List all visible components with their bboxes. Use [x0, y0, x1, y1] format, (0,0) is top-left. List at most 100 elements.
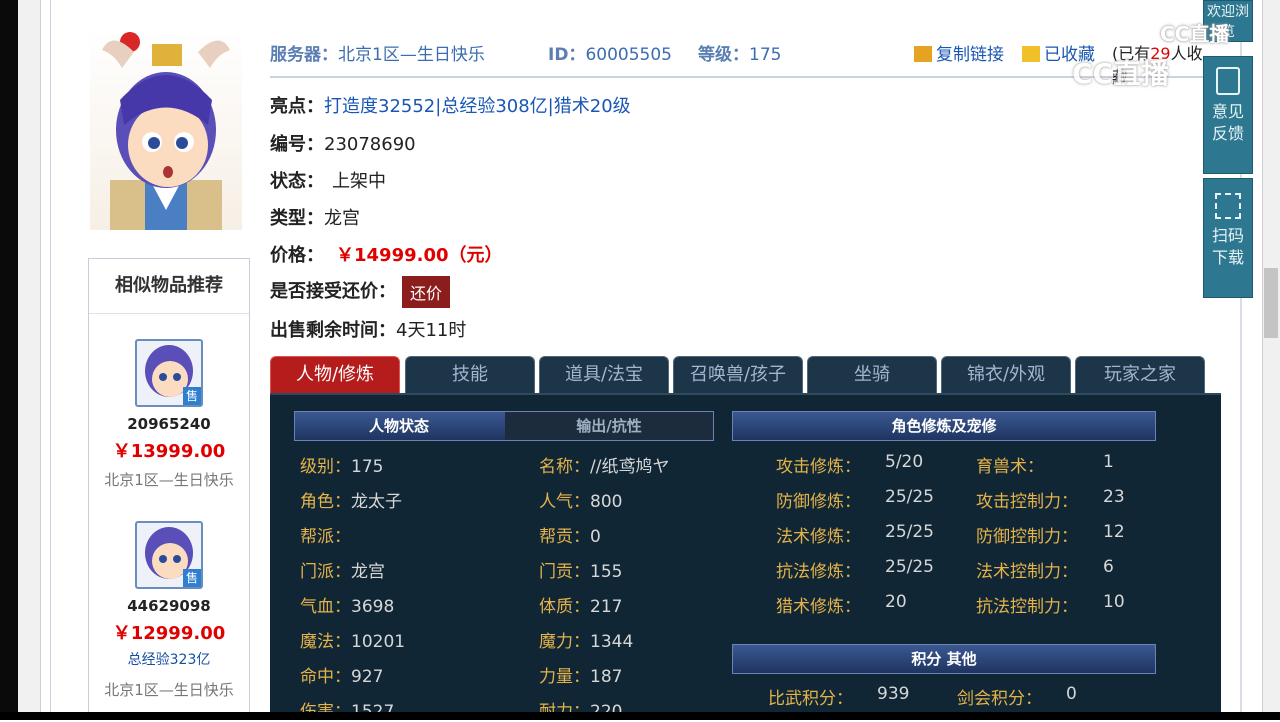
stat-row: 育兽术： 1 [976, 452, 1114, 477]
stat-value: 10201 [351, 632, 406, 652]
type-row: 类型：龙宫 [270, 208, 360, 229]
level-info: 等级：175 [698, 45, 782, 65]
tab-skills[interactable]: 技能 [405, 356, 535, 393]
id-info: ID：60005505 [548, 45, 672, 65]
score-item: 比武积分： 939 [768, 684, 909, 709]
stat-label: 育兽术： [976, 457, 1044, 477]
cc-live-watermark: CC直播 [1160, 22, 1230, 46]
stat-value: 800 [590, 492, 623, 512]
stat-label: 级别： [300, 457, 351, 477]
stat-label: 门派： [300, 562, 351, 582]
stat-label: 角色： [300, 492, 351, 512]
tab-items[interactable]: 道具/法宝 [539, 356, 669, 393]
tab-mounts[interactable]: 坐骑 [807, 356, 937, 393]
stat-label: 抗法控制力： [976, 597, 1078, 617]
score-value: 939 [877, 684, 910, 704]
tab-outfits[interactable]: 锦衣/外观 [941, 356, 1071, 393]
similar-item-thumbnail[interactable]: 售 [135, 339, 203, 407]
stat-row: 帮贡：0 [539, 522, 601, 547]
stat-label: 魔力： [539, 632, 590, 652]
score-header: 积分 其他 [732, 644, 1156, 674]
stat-label: 命中： [300, 667, 351, 687]
score-value: 0 [1066, 684, 1077, 704]
stat-label: 魔法： [300, 632, 351, 652]
price-row: 价格： ￥14999.00（元） [270, 245, 503, 266]
stat-value: 1 [1103, 452, 1114, 472]
similar-item-thumbnail[interactable]: 售 [135, 521, 203, 589]
status-header-bar: 人物状态 输出/抗性 [294, 411, 714, 441]
stat-row: 法术修炼： 25/25 [776, 522, 934, 547]
stat-value: 20 [885, 592, 907, 612]
stat-row: 法术控制力： 6 [976, 557, 1114, 582]
stat-row: 体质：217 [539, 592, 622, 617]
stat-label: 防御修炼： [776, 492, 861, 512]
scrollbar-thumb[interactable] [1264, 268, 1278, 338]
highlights-row: 亮点：打造度32552|总经验308亿|猎术20级 [270, 96, 631, 117]
tab-character[interactable]: 人物/修炼 [270, 356, 400, 393]
stat-row: 级别：175 [300, 452, 383, 477]
stat-value: 25/25 [885, 557, 934, 577]
similar-item[interactable]: 售 20965240 ￥13999.00 北京1区—生日快乐 [89, 339, 249, 490]
stat-row: 名称：//纸鸢鸠ヤ [539, 452, 669, 477]
stat-value: 155 [590, 562, 623, 582]
stat-row: 力量：187 [539, 662, 622, 687]
feedback-icon [1216, 67, 1240, 95]
stat-value: 25/25 [885, 522, 934, 542]
stat-value: 175 [351, 457, 384, 477]
tab-output-resistance[interactable]: 输出/抗性 [505, 412, 713, 440]
score-label: 比武积分： [768, 689, 853, 709]
tab-pets[interactable]: 召唤兽/孩子 [673, 356, 803, 393]
stat-label: 力量： [539, 667, 590, 687]
scan-download-widget[interactable]: 扫码下载 [1203, 178, 1253, 298]
stat-value: 0 [590, 527, 601, 547]
stat-label: 帮贡： [539, 527, 590, 547]
stat-label: 防御控制力： [976, 527, 1078, 547]
stat-value: 12 [1103, 522, 1125, 542]
dragon-prince-portrait-icon [102, 32, 230, 230]
copy-link-button[interactable]: 复制链接 [914, 40, 1004, 65]
stat-value: 3698 [351, 597, 395, 617]
bargain-button[interactable]: 还价 [402, 276, 451, 308]
cc-live-watermark-large: CC直播 [1072, 57, 1170, 90]
window-left-frame [0, 0, 18, 720]
stat-row: 抗法控制力： 10 [976, 592, 1125, 617]
stat-label: 抗法修炼： [776, 562, 861, 582]
similar-items-panel: 相似物品推荐 售 20965240 ￥13999.00 北京1区—生日快乐 售 … [88, 258, 250, 720]
sold-tag: 售 [183, 387, 201, 405]
window-bottom-frame [0, 712, 1280, 720]
stat-row: 猎术修炼： 20 [776, 592, 907, 617]
stat-value: 187 [590, 667, 623, 687]
stat-label: 帮派： [300, 527, 351, 547]
bargain-row: 是否接受还价： 还价 [270, 276, 451, 308]
tab-status[interactable]: 人物状态 [295, 412, 503, 440]
stat-row: 魔法：10201 [300, 627, 405, 652]
stat-row: 帮派： [300, 522, 351, 547]
cultivation-header: 角色修炼及宠修 [732, 411, 1156, 441]
score-label: 剑会积分： [957, 689, 1042, 709]
stat-label: 名称： [539, 457, 590, 477]
stat-label: 气血： [300, 597, 351, 617]
stat-value: //纸鸢鸠ヤ [590, 457, 670, 477]
item-header-bar: 服务器：北京1区—生日快乐 ID：60005505 等级：175 复制链接 已收… [270, 36, 1205, 87]
stat-value: 217 [590, 597, 623, 617]
similar-item[interactable]: 售 44629098 ￥12999.00 总经验323亿 北京1区—生日快乐 [89, 521, 249, 700]
detail-tabs: 人物/修炼 技能 道具/法宝 召唤兽/孩子 坐骑 锦衣/外观 玩家之家 [270, 356, 1220, 394]
tab-home[interactable]: 玩家之家 [1075, 356, 1205, 393]
remaining-time-row: 出售剩余时间：4天11时 [270, 320, 467, 341]
stat-row: 攻击修炼： 5/20 [776, 452, 923, 477]
vertical-scrollbar[interactable] [1262, 0, 1280, 712]
feedback-widget[interactable]: 意见反馈 [1203, 56, 1253, 174]
qr-scan-icon [1215, 193, 1241, 219]
stat-row: 攻击控制力： 23 [976, 487, 1125, 512]
stat-label: 法术控制力： [976, 562, 1078, 582]
stat-label: 人气： [539, 492, 590, 512]
stat-row: 人气：800 [539, 487, 622, 512]
status-row: 状态： 上架中 [270, 171, 386, 192]
stat-value: 5/20 [885, 452, 924, 472]
stat-label: 攻击修炼： [776, 457, 861, 477]
stat-row: 门贡：155 [539, 557, 622, 582]
stat-value: 1344 [590, 632, 634, 652]
stat-value: 龙宫 [351, 562, 385, 582]
sold-tag: 售 [183, 569, 201, 587]
stat-value: 6 [1103, 557, 1114, 577]
